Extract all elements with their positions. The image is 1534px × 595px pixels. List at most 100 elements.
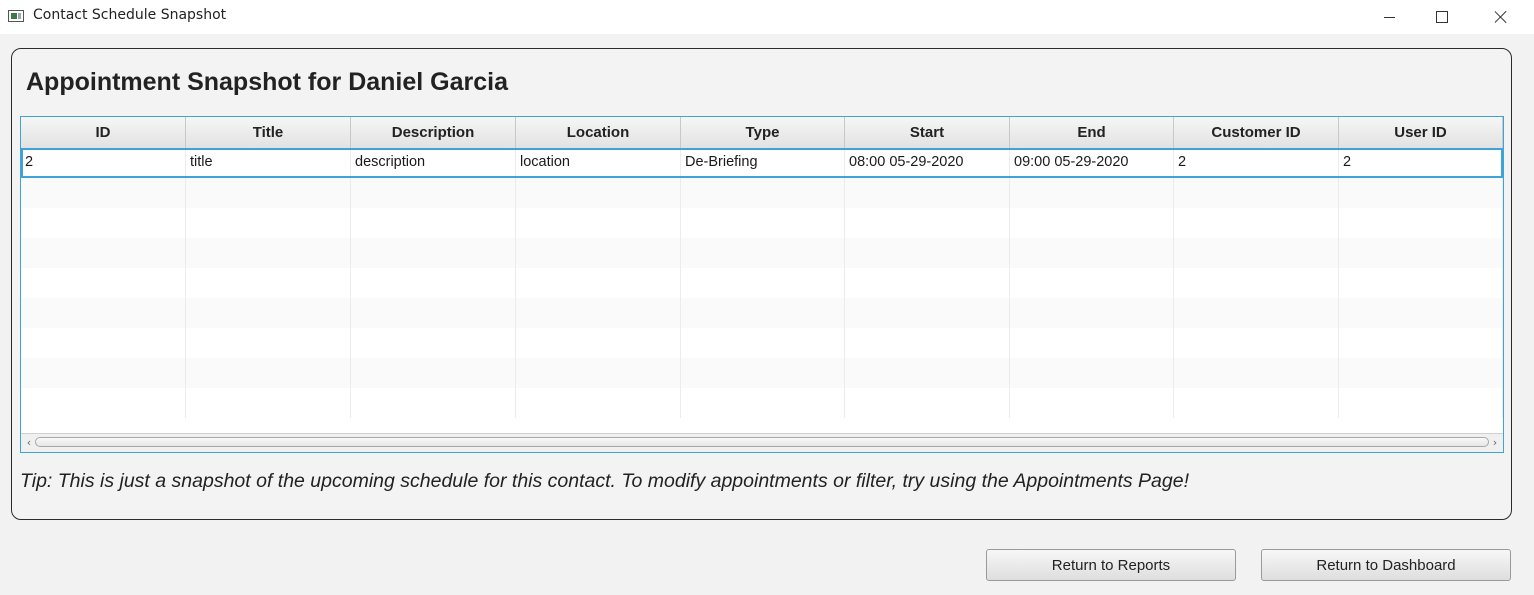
- cell-description: description: [351, 148, 516, 178]
- empty-cell: [681, 238, 845, 268]
- empty-cell: [21, 208, 186, 238]
- empty-cell: [1339, 178, 1503, 208]
- empty-cell: [1339, 358, 1503, 388]
- empty-cell: [1010, 388, 1174, 418]
- empty-cell: [1010, 208, 1174, 238]
- empty-cell: [845, 298, 1010, 328]
- maximize-button[interactable]: [1413, 0, 1471, 34]
- empty-cell: [516, 298, 681, 328]
- empty-cell: [351, 298, 516, 328]
- empty-cell: [681, 208, 845, 238]
- empty-cell: [186, 178, 351, 208]
- empty-cell: [186, 358, 351, 388]
- table-row[interactable]: 2 title description location De-Briefing…: [21, 148, 1503, 178]
- empty-cell: [1174, 268, 1339, 298]
- empty-cell: [1339, 388, 1503, 418]
- scroll-thumb[interactable]: [35, 437, 1489, 447]
- cell-title: title: [186, 148, 351, 178]
- cell-location: location: [516, 148, 681, 178]
- empty-cell: [845, 358, 1010, 388]
- window-title: Contact Schedule Snapshot: [33, 7, 227, 23]
- empty-cell: [1010, 268, 1174, 298]
- empty-cell: [351, 238, 516, 268]
- return-to-dashboard-button[interactable]: Return to Dashboard: [1261, 549, 1511, 581]
- empty-cell: [186, 238, 351, 268]
- empty-cell: [516, 268, 681, 298]
- app-icon: [8, 10, 24, 22]
- empty-row: [21, 268, 1503, 298]
- empty-row: [21, 208, 1503, 238]
- empty-cell: [21, 298, 186, 328]
- empty-cell: [1010, 328, 1174, 358]
- empty-cell: [1174, 178, 1339, 208]
- empty-cell: [1174, 298, 1339, 328]
- appointments-table[interactable]: ID Title Description Location Type Start…: [20, 116, 1504, 453]
- cell-user-id: 2: [1339, 148, 1503, 178]
- empty-cell: [516, 328, 681, 358]
- empty-cell: [516, 178, 681, 208]
- page-title: Appointment Snapshot for Daniel Garcia: [26, 68, 508, 96]
- column-header-id[interactable]: ID: [21, 117, 186, 148]
- empty-cell: [681, 328, 845, 358]
- empty-cell: [1010, 358, 1174, 388]
- empty-cell: [845, 238, 1010, 268]
- empty-cell: [1174, 328, 1339, 358]
- empty-cell: [186, 298, 351, 328]
- empty-cell: [845, 328, 1010, 358]
- column-header-type[interactable]: Type: [681, 117, 845, 148]
- empty-cell: [1339, 268, 1503, 298]
- horizontal-scrollbar[interactable]: ‹ ›: [21, 433, 1503, 452]
- empty-cell: [681, 298, 845, 328]
- return-to-reports-button[interactable]: Return to Reports: [986, 549, 1236, 581]
- empty-cell: [1339, 328, 1503, 358]
- close-button[interactable]: [1472, 0, 1530, 34]
- empty-cell: [21, 358, 186, 388]
- empty-cell: [1339, 208, 1503, 238]
- empty-cell: [21, 238, 186, 268]
- empty-cell: [845, 268, 1010, 298]
- empty-cell: [1174, 358, 1339, 388]
- empty-cell: [21, 388, 186, 418]
- cell-id: 2: [21, 148, 186, 178]
- empty-cell: [1010, 238, 1174, 268]
- tip-text: Tip: This is just a snapshot of the upco…: [20, 470, 1190, 492]
- empty-cell: [21, 328, 186, 358]
- maximize-icon: [1436, 11, 1448, 23]
- empty-cell: [681, 358, 845, 388]
- empty-cell: [516, 208, 681, 238]
- empty-cell: [351, 358, 516, 388]
- empty-cell: [1174, 208, 1339, 238]
- column-header-user-id[interactable]: User ID: [1339, 117, 1503, 148]
- empty-cell: [845, 178, 1010, 208]
- empty-row: [21, 178, 1503, 208]
- empty-cell: [516, 238, 681, 268]
- scroll-right-icon[interactable]: ›: [1489, 436, 1501, 450]
- empty-cell: [186, 328, 351, 358]
- table-body: 2 title description location De-Briefing…: [21, 148, 1503, 418]
- minimize-button[interactable]: [1360, 0, 1418, 34]
- column-header-description[interactable]: Description: [351, 117, 516, 148]
- empty-cell: [845, 388, 1010, 418]
- cell-customer-id: 2: [1174, 148, 1339, 178]
- column-header-title[interactable]: Title: [186, 117, 351, 148]
- empty-row: [21, 328, 1503, 358]
- column-header-start[interactable]: Start: [845, 117, 1010, 148]
- column-header-location[interactable]: Location: [516, 117, 681, 148]
- cell-type: De-Briefing: [681, 148, 845, 178]
- empty-cell: [681, 268, 845, 298]
- empty-row: [21, 358, 1503, 388]
- empty-cell: [1339, 298, 1503, 328]
- empty-cell: [186, 268, 351, 298]
- minimize-icon: [1383, 16, 1395, 18]
- column-header-end[interactable]: End: [1010, 117, 1174, 148]
- scroll-left-icon[interactable]: ‹: [23, 436, 35, 450]
- empty-cell: [186, 208, 351, 238]
- cell-start: 08:00 05-29-2020: [845, 148, 1010, 178]
- column-header-customer-id[interactable]: Customer ID: [1174, 117, 1339, 148]
- empty-row: [21, 388, 1503, 418]
- empty-cell: [516, 358, 681, 388]
- empty-cell: [351, 178, 516, 208]
- empty-row: [21, 238, 1503, 268]
- table-header: ID Title Description Location Type Start…: [21, 117, 1503, 149]
- close-icon: [1494, 10, 1508, 24]
